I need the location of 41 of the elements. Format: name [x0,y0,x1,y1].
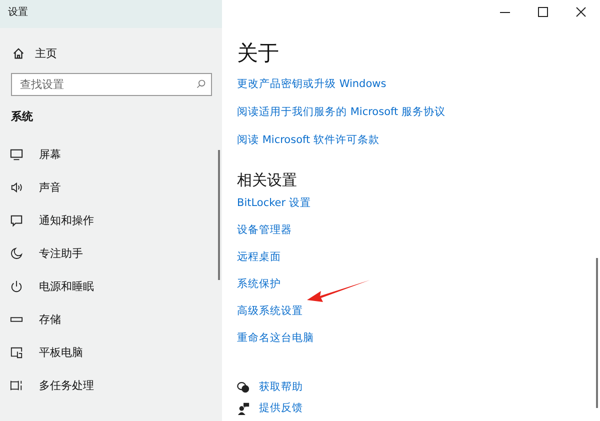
link[interactable]: 高级系统设置 [237,304,303,318]
link[interactable]: 获取帮助 [259,380,303,394]
section-heading: 系统 [11,109,34,124]
sidebar-item[interactable]: 通知和操作 [0,212,222,229]
section-heading: 相关设置 [237,171,297,190]
speaker-icon [10,181,23,194]
person-icon [237,402,250,414]
home-link[interactable]: 主页 [12,46,222,61]
sidebar-item[interactable]: 存储 [0,311,222,328]
link[interactable]: 阅读 Microsoft 软件许可条款 [237,133,380,147]
link[interactable]: 系统保护 [237,277,281,291]
message-icon [10,214,23,227]
window-title: 设置 [0,0,222,28]
chat-bubbles-icon [237,380,250,394]
arrow-drawing [306,279,372,303]
search-icon [196,79,206,89]
tablet-icon [10,346,23,359]
link[interactable]: BitLocker 设置 [237,196,311,210]
link[interactable]: 远程桌面 [237,250,281,264]
search-field[interactable]: 查找设置 [11,73,212,96]
link[interactable]: 重命名这台电脑 [237,331,314,345]
link[interactable]: 设备管理器 [237,223,292,237]
sidebar-item[interactable]: 电源和睡眠 [0,278,222,295]
close-icon[interactable] [576,7,586,17]
sidebar-item[interactable]: 声音 [0,179,222,196]
sidebar-item[interactable]: 屏幕 [0,146,222,163]
power-icon [10,280,23,293]
multitask-icon [10,379,23,392]
link[interactable]: 提供反馈 [259,401,303,415]
sidebar-item[interactable]: 多任务处理 [0,377,222,394]
link[interactable]: 更改产品密钥或升级 Windows [237,77,386,91]
moon-icon [10,247,23,260]
monitor-icon [10,148,23,161]
sidebar-item[interactable]: 专注助手 [0,245,222,262]
home-icon [12,47,25,60]
page-title: 关于 [237,40,279,67]
link[interactable]: 阅读适用于我们服务的 Microsoft 服务协议 [237,105,446,119]
maximize-icon[interactable] [538,7,548,17]
scrollbar[interactable] [218,150,220,280]
scrollbar[interactable] [596,258,598,408]
sidebar-item[interactable]: 平板电脑 [0,344,222,361]
